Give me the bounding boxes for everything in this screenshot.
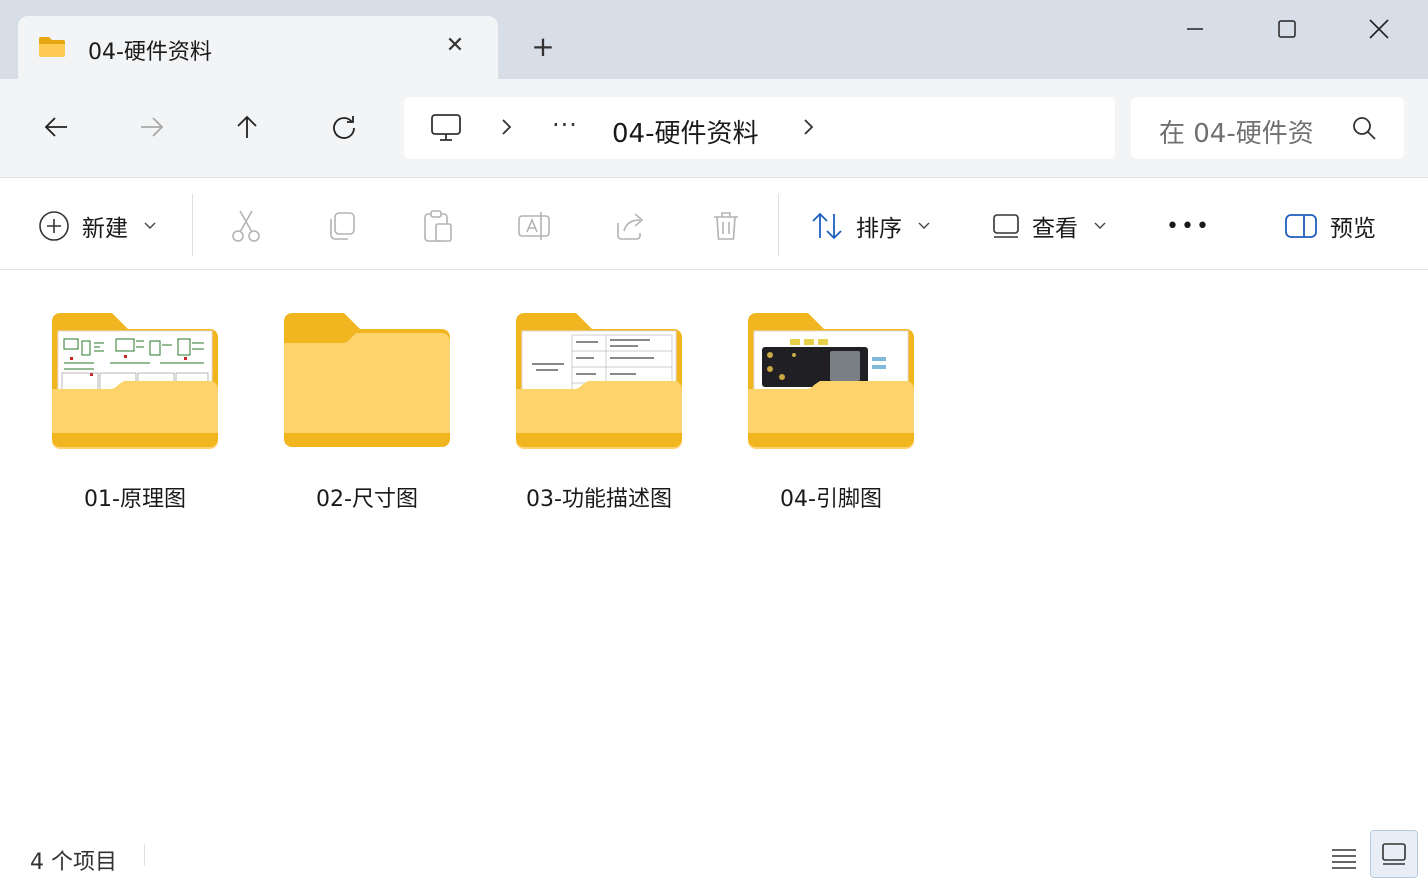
folder-icon [39, 37, 65, 57]
title-bar: 04-硬件资料 ✕ + [0, 0, 1428, 80]
preview-pane-icon [1285, 214, 1317, 238]
breadcrumb-overflow[interactable]: ··· [552, 111, 578, 139]
this-pc-icon[interactable] [430, 113, 462, 143]
trash-icon [714, 212, 738, 240]
new-label: 新建 [82, 216, 128, 242]
details-view-button[interactable] [1324, 838, 1364, 878]
folder-item[interactable]: 04-引脚图 [716, 311, 916, 521]
list-view-icon [1332, 849, 1356, 869]
search-box[interactable]: 在 04-硬件资 [1131, 97, 1404, 159]
new-button[interactable]: 新建 [38, 206, 156, 246]
plus-circle-icon [39, 211, 69, 241]
more-options-button[interactable]: ••• [1166, 206, 1211, 246]
command-bar: 新建 排序 查看 ••• 预览 [0, 178, 1428, 270]
copy-button[interactable] [324, 208, 360, 244]
refresh-button[interactable] [324, 107, 364, 147]
close-icon [1369, 19, 1389, 39]
folder-name[interactable]: 04-引脚图 [716, 481, 946, 513]
maximize-icon [1278, 20, 1296, 38]
arrow-right-icon [141, 117, 164, 137]
folder-item[interactable]: 01-原理图 [20, 311, 220, 521]
tab-close-icon[interactable]: ✕ [443, 34, 467, 58]
folder-item[interactable]: 02-尺寸图 [252, 311, 452, 521]
view-icon [993, 214, 1019, 238]
preview-button[interactable]: 预览 [1284, 206, 1376, 246]
rename-icon [518, 212, 550, 240]
cut-button[interactable] [228, 208, 264, 244]
copy-icon [330, 212, 355, 240]
arrow-up-icon [237, 115, 257, 138]
navigation-bar: ··· 04-硬件资料 在 04-硬件资 [0, 79, 1428, 178]
folder-item[interactable]: 03-功能描述图 [484, 311, 684, 521]
minimize-button[interactable] [1172, 8, 1218, 50]
tiles-view-icon [1382, 843, 1406, 865]
folder-name[interactable]: 01-原理图 [20, 481, 250, 513]
file-list: 01-原理图 02-尺寸图 03-功能描述图 04-引脚图 [0, 271, 1428, 826]
chevron-down-icon [918, 222, 930, 229]
folder-icon [284, 313, 450, 447]
tab-active[interactable]: 04-硬件资料 ✕ [18, 16, 498, 80]
chevron-down-icon [1094, 222, 1106, 229]
divider [192, 194, 193, 256]
sort-icon [812, 212, 842, 240]
tab-title: 04-硬件资料 [88, 40, 212, 65]
folder-icon [748, 313, 914, 449]
breadcrumb-current[interactable]: 04-硬件资料 [612, 113, 758, 150]
divider [778, 194, 779, 256]
chevron-down-icon [144, 222, 156, 229]
view-label: 查看 [1032, 216, 1078, 242]
forward-button[interactable] [132, 107, 172, 147]
sort-button[interactable]: 排序 [810, 206, 930, 246]
address-bar[interactable]: ··· 04-硬件资料 [404, 97, 1115, 159]
rename-button[interactable] [516, 208, 552, 244]
divider [144, 844, 145, 866]
folder-icon [52, 313, 218, 449]
folder-name[interactable]: 03-功能描述图 [484, 481, 714, 513]
large-icons-view-button[interactable] [1370, 830, 1418, 878]
new-tab-button[interactable]: + [528, 32, 558, 62]
share-icon [617, 213, 644, 240]
share-button[interactable] [612, 208, 648, 244]
up-button[interactable] [227, 107, 267, 147]
more-icon: ••• [1166, 213, 1211, 239]
paste-icon [424, 210, 452, 242]
folder-name[interactable]: 02-尺寸图 [252, 481, 482, 513]
refresh-icon [333, 116, 355, 139]
scissors-icon [232, 210, 260, 242]
close-window-button[interactable] [1356, 8, 1402, 50]
delete-button[interactable] [708, 208, 744, 244]
back-button[interactable] [36, 107, 76, 147]
folder-icon [516, 313, 682, 449]
chevron-right-icon[interactable] [500, 117, 514, 137]
view-button[interactable]: 查看 [992, 206, 1106, 246]
minimize-icon [1187, 28, 1203, 30]
search-placeholder[interactable]: 在 04-硬件资 [1159, 113, 1319, 150]
sort-label: 排序 [856, 216, 902, 242]
maximize-button[interactable] [1264, 8, 1310, 50]
paste-button[interactable] [420, 208, 456, 244]
item-count: 4 个项目 [30, 850, 117, 875]
status-bar: 4 个项目 [0, 826, 1428, 882]
arrow-left-icon [44, 117, 67, 137]
search-icon[interactable] [1351, 115, 1377, 141]
preview-label: 预览 [1330, 216, 1376, 242]
chevron-right-icon[interactable] [802, 117, 816, 137]
